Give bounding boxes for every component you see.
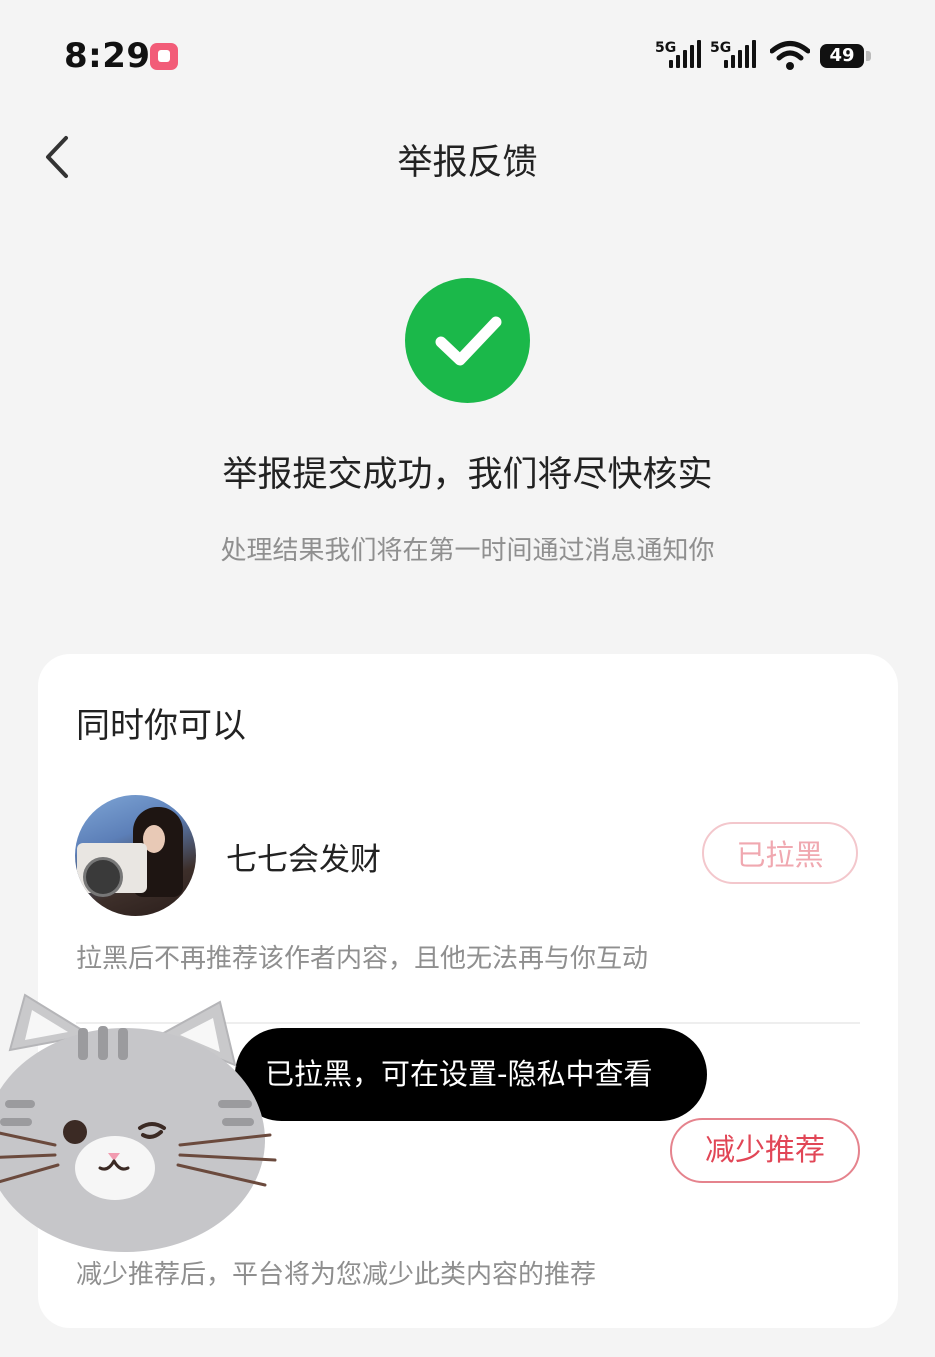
page-title: 举报反馈 (397, 143, 538, 183)
signal-icon: 5G (710, 40, 760, 70)
author-name[interactable]: 七七会发财 (226, 834, 381, 879)
battery-tip (866, 51, 871, 61)
status-time: 8:29 (64, 36, 151, 76)
success-subtitle: 处理结果我们将在第一时间通过消息通知你 (220, 536, 715, 566)
signal-label: 5G (710, 40, 732, 56)
avatar[interactable] (75, 795, 196, 916)
battery-level: 49 (829, 45, 855, 66)
cat-sticker-icon (0, 990, 290, 1260)
toast-message: 已拉黑，可在设置-隐私中查看 (235, 1028, 707, 1121)
wifi-icon (769, 40, 811, 72)
signal-label: 5G (655, 40, 677, 56)
blocked-button[interactable]: 已拉黑 (702, 822, 858, 884)
check-circle-icon (405, 278, 530, 403)
battery-icon: 49 (820, 44, 864, 68)
app-notification-icon (150, 43, 178, 70)
block-description: 拉黑后不再推荐该作者内容，且他无法再与你互动 (76, 944, 649, 974)
reduce-recommendation-button[interactable]: 减少推荐 (670, 1118, 860, 1183)
card-title: 同时你可以 (76, 706, 246, 746)
success-title: 举报提交成功，我们将尽快核实 (222, 455, 713, 495)
signal-icon: 5G (655, 40, 705, 70)
